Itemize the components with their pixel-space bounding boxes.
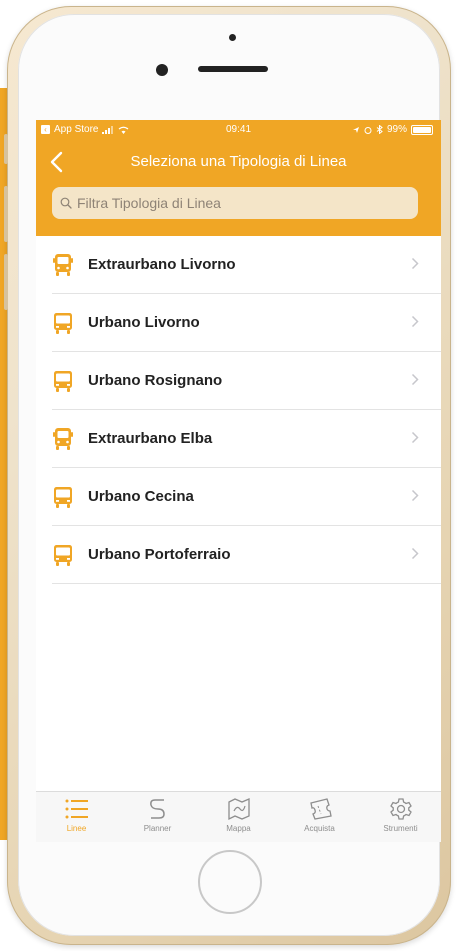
coach-bus-icon <box>53 427 73 450</box>
volume-down-button <box>4 254 8 310</box>
city-bus-icon <box>54 486 72 508</box>
chevron-left-icon[interactable] <box>46 150 70 174</box>
search-input[interactable]: Filtra Tipologia di Linea <box>52 187 418 219</box>
status-bar: ‹ App Store 09:41 99% <box>36 120 441 140</box>
page-title: Seleziona una Tipologia di Linea <box>130 153 347 170</box>
front-sensor <box>229 34 236 41</box>
alarm-icon <box>364 126 372 134</box>
route-icon <box>149 799 165 819</box>
ticket-icon <box>309 798 332 820</box>
gear-icon <box>389 798 412 820</box>
tab-mappa[interactable]: Mappa <box>198 792 279 842</box>
tab-label: Linee <box>66 824 87 833</box>
coach-bus-icon <box>53 253 73 276</box>
front-camera <box>156 64 168 76</box>
mute-switch <box>4 134 8 164</box>
city-bus-icon <box>54 370 72 392</box>
list-item-label: Urbano Portoferraio <box>88 546 231 563</box>
chevron-right-icon <box>411 489 419 502</box>
screenshot: ‹ App Store 09:41 99% Seleziona una Tipo… <box>0 0 459 951</box>
map-icon <box>227 798 250 821</box>
search-area: Filtra Tipologia di Linea <box>36 184 441 236</box>
earpiece-speaker <box>198 66 268 72</box>
list-item-urbano-cecina[interactable]: Urbano Cecina <box>52 468 441 526</box>
location-icon <box>352 126 359 133</box>
search-placeholder: Filtra Tipologia di Linea <box>77 195 221 211</box>
list-item-urbano-rosignano[interactable]: Urbano Rosignano <box>52 352 441 410</box>
list-item-urbano-livorno[interactable]: Urbano Livorno <box>52 294 441 352</box>
bluetooth-icon <box>376 125 383 134</box>
tab-acquista[interactable]: Acquista <box>279 792 360 842</box>
tab-bar: Linee Planner Mappa Acquista Strumenti <box>36 791 441 842</box>
app-screen: ‹ App Store 09:41 99% Seleziona una Tipo… <box>36 120 441 842</box>
chevron-right-icon <box>411 257 419 270</box>
list-item-label: Extraurbano Livorno <box>88 256 236 273</box>
chevron-right-icon <box>411 431 419 444</box>
tab-strumenti[interactable]: Strumenti <box>360 792 441 842</box>
tab-label: Planner <box>143 824 172 833</box>
chevron-right-icon <box>411 373 419 386</box>
list-item-label: Urbano Rosignano <box>88 372 223 389</box>
navigation-bar: Seleziona una Tipologia di Linea <box>36 140 441 184</box>
battery-icon <box>411 124 433 135</box>
list-item-extraurbano-elba[interactable]: Extraurbano Elba <box>52 410 441 468</box>
chevron-right-icon <box>411 547 419 560</box>
list-item-extraurbano-livorno[interactable]: Extraurbano Livorno <box>52 236 441 294</box>
status-right: 99% <box>352 124 433 135</box>
tab-label: Mappa <box>226 824 251 833</box>
list-icon <box>65 799 88 819</box>
city-bus-icon <box>54 312 72 334</box>
battery-percent: 99% <box>386 124 407 135</box>
city-bus-icon <box>54 544 72 566</box>
list-item-urbano-portoferraio[interactable]: Urbano Portoferraio <box>52 526 441 584</box>
battery-level-fill <box>413 126 431 133</box>
list-item-label: Urbano Livorno <box>88 314 200 331</box>
list-item-label: Extraurbano Elba <box>88 430 213 447</box>
home-button[interactable] <box>198 850 262 914</box>
list-item-label: Urbano Cecina <box>88 488 194 505</box>
tab-label: Strumenti <box>383 824 418 833</box>
line-type-list: Extraurbano Livorno Urbano Livorno Urban… <box>36 236 441 584</box>
volume-up-button <box>4 186 8 242</box>
tab-label: Acquista <box>304 824 335 833</box>
tab-planner[interactable]: Planner <box>117 792 198 842</box>
tab-linee[interactable]: Linee <box>36 792 117 842</box>
search-icon <box>60 197 72 209</box>
chevron-right-icon <box>411 315 419 328</box>
